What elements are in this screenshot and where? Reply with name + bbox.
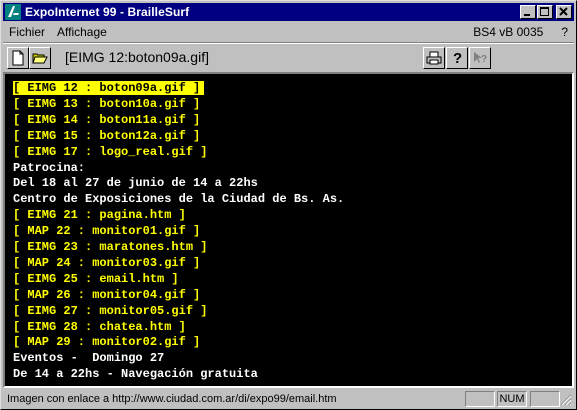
help-button[interactable]: ?	[446, 47, 468, 69]
svg-text:?: ?	[453, 50, 462, 66]
link-line[interactable]: [ EIMG 17 : logo_real.gif ]	[13, 145, 207, 159]
link-line[interactable]: [ EIMG 23 : maratones.htm ]	[13, 240, 207, 254]
text-line: Eventos - Domingo 27	[13, 351, 165, 366]
document-title: [EIMG 12:boton09a.gif]	[65, 49, 209, 65]
print-icon	[426, 51, 442, 65]
text-line: Del 18 al 27 de junio de 14 a 22hs	[13, 176, 258, 191]
title-bar[interactable]: ExpoInternet 99 - BrailleSurf	[3, 3, 574, 21]
menu-divider	[3, 42, 574, 44]
link-line[interactable]: [ EIMG 21 : pagina.htm ]	[13, 208, 186, 222]
status-num: NUM	[497, 391, 527, 407]
minimize-button[interactable]	[520, 5, 536, 19]
context-help-button[interactable]: ?	[469, 47, 491, 69]
link-line[interactable]: [ MAP 26 : monitor04.gif ]	[13, 288, 200, 302]
link-line[interactable]: [ EIMG 15 : boton12a.gif ]	[13, 129, 200, 143]
link-line[interactable]: [ EIMG 12 : boton09a.gif ]	[13, 81, 205, 95]
menu-help[interactable]: ?	[561, 25, 568, 39]
status-bar: Imagen con enlace a http://www.ciudad.co…	[3, 390, 574, 408]
print-button[interactable]	[423, 47, 445, 69]
menu-bar: Fichier Affichage BS4 vB 0035 ?	[3, 22, 574, 42]
link-line[interactable]: [ MAP 29 : monitor02.gif ]	[13, 335, 200, 349]
link-line[interactable]: [ EIMG 28 : chatea.htm ]	[13, 320, 186, 334]
toolbar: [EIMG 12:boton09a.gif] ? ?	[3, 45, 574, 71]
app-window: ExpoInternet 99 - BrailleSurf Fichier Af…	[0, 0, 577, 410]
menu-affichage[interactable]: Affichage	[51, 25, 113, 39]
maximize-button[interactable]	[537, 5, 553, 19]
open-folder-button[interactable]	[29, 47, 51, 69]
open-folder-icon	[32, 53, 48, 64]
close-button[interactable]	[556, 5, 572, 19]
status-pane-empty-2	[530, 391, 560, 407]
link-line[interactable]: [ EIMG 13 : boton10a.gif ]	[13, 97, 200, 111]
minimize-icon	[524, 14, 530, 16]
text-line: Patrocina:	[13, 160, 86, 175]
braille-text-view[interactable]: [ EIMG 12 : boton09a.gif ] [ EIMG 13 : bo…	[3, 72, 574, 388]
new-document-icon	[12, 50, 24, 66]
version-label: BS4 vB 0035	[473, 25, 544, 39]
text-line: Centro de Exposiciones de la Ciudad de B…	[13, 192, 345, 207]
link-line[interactable]: [ EIMG 14 : boton11a.gif ]	[13, 113, 200, 127]
status-pane-empty	[465, 391, 495, 407]
resize-grip-icon[interactable]	[560, 394, 572, 406]
context-help-icon: ?	[474, 52, 487, 65]
link-line[interactable]: [ MAP 22 : monitor01.gif ]	[13, 224, 200, 238]
link-line[interactable]: [ EIMG 25 : email.htm ]	[13, 272, 179, 286]
link-line[interactable]: [ MAP 24 : monitor03.gif ]	[13, 256, 200, 270]
window-title: ExpoInternet 99 - BrailleSurf	[25, 5, 190, 19]
help-icon: ?	[453, 50, 462, 66]
maximize-icon	[540, 7, 549, 16]
svg-text:?: ?	[481, 54, 487, 65]
close-icon	[559, 7, 568, 16]
text-line: De 14 a 22hs - Navegación gratuita	[13, 367, 258, 382]
new-document-button[interactable]	[7, 47, 29, 69]
link-line[interactable]: [ EIMG 27 : monitor05.gif ]	[13, 304, 207, 318]
app-icon	[5, 4, 21, 20]
status-message: Imagen con enlace a http://www.ciudad.co…	[7, 393, 337, 405]
menu-fichier[interactable]: Fichier	[3, 25, 51, 39]
